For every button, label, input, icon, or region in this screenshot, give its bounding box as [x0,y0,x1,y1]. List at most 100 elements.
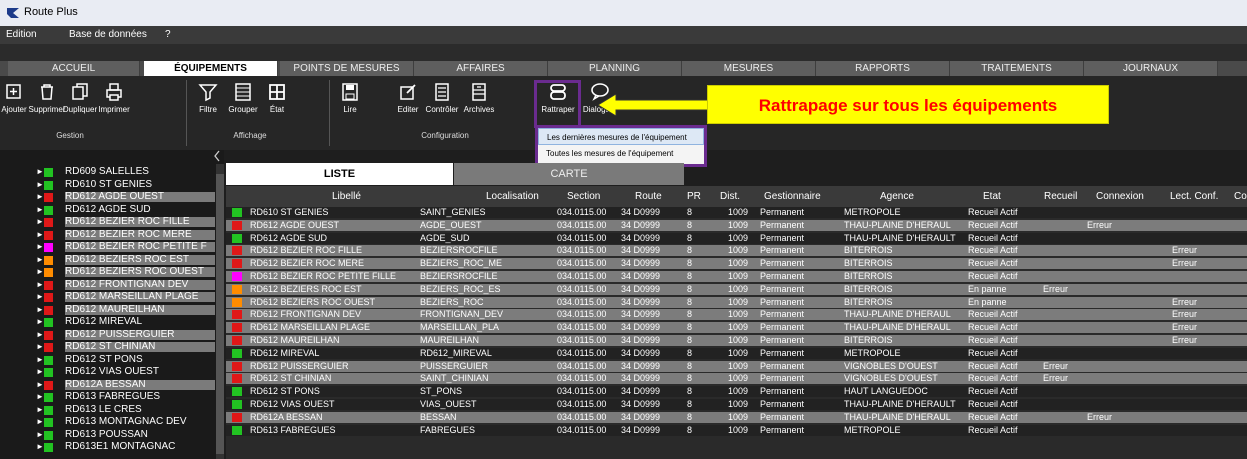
expand-arrow-icon[interactable]: ► [36,305,44,315]
tree-item[interactable]: ► RD610 ST GENIES [0,180,216,190]
tree-item[interactable]: ► RD612 ST PONS [0,355,216,365]
tab-equipements[interactable]: ÉQUIPEMENTS [144,61,278,76]
tree-item[interactable]: ► RD612 AGDE SUD [0,205,216,215]
col-dist[interactable]: Dist. [720,191,740,202]
col-connexion[interactable]: Connexion [1096,191,1144,202]
table-row[interactable]: RD612 VIAS OUEST VIAS_OUEST 034.0115.00 34 … [226,399,1247,410]
print-button[interactable]: Imprimer [94,82,134,126]
tab-traitements[interactable]: TRAITEMENTS [950,61,1084,76]
tree-item[interactable]: ► RD612 BEZIERS ROC EST [0,254,216,265]
archives-button[interactable]: Archives [459,82,499,126]
table-row[interactable]: RD612 BEZIERS ROC EST BEZIERS_ROC_ES 034.0… [226,283,1247,295]
expand-arrow-icon[interactable]: ► [36,405,44,415]
tree-item[interactable]: ► RD613 LE CRES [0,405,216,415]
tree-scrollbar[interactable] [216,164,224,459]
menu-base-de-donnees[interactable]: Base de données [69,29,147,40]
tree-item[interactable]: ► RD612 MIREVAL [0,317,216,327]
expand-arrow-icon[interactable]: ► [36,192,44,202]
expand-arrow-icon[interactable]: ► [36,430,44,440]
table-row[interactable]: RD612 BEZIER ROC MERE BEZIERS_ROC_ME 034.0… [226,258,1247,270]
tree-item[interactable]: ► RD612 FRONTIGNAN DEV [0,279,216,290]
table-row[interactable]: RD612 MAUREILHAN MAUREILHAN 034.0115.00 34 … [226,335,1247,346]
table-row[interactable]: RD610 ST GENIES SAINT_GENIES 034.0115.00 34… [226,207,1247,218]
expand-arrow-icon[interactable]: ► [36,417,44,427]
tab-points-de-mesures[interactable]: POINTS DE MESURES [280,61,414,76]
read-button[interactable]: Lire [330,82,370,126]
expand-arrow-icon[interactable]: ► [36,180,44,190]
tab-planning[interactable]: PLANNING [548,61,682,76]
col-con[interactable]: Con [1234,191,1247,202]
state-button[interactable]: État [257,82,297,126]
table-row[interactable]: RD612 MIREVAL RD612_MIREVAL 034.0115.00 34 … [226,347,1247,359]
tree-item[interactable]: ► RD612A BESSAN [0,379,216,390]
table-row[interactable]: RD612 ST CHINIAN SAINT_CHINIAN 034.0115.00… [226,373,1247,385]
expand-arrow-icon[interactable]: ► [36,342,44,352]
menu-item-dernieres-mesures[interactable]: Les dernières mesures de l'équipement [538,128,704,145]
col-etat[interactable]: Etat [983,191,1001,202]
tab-liste[interactable]: LISTE [226,163,453,185]
tree-item[interactable]: ► RD612 BEZIER ROC PETITE F [0,242,216,252]
table-row[interactable]: RD612 MARSEILLAN PLAGE MARSEILLAN_PLA 034.… [226,322,1247,334]
tree-item[interactable]: ► RD612 BEZIER ROC MERE [0,229,216,240]
tree-item[interactable]: ► RD612 MARSEILLAN PLAGE [0,292,216,302]
table-row[interactable]: RD612 BEZIERS ROC OUEST BEZIERS_ROC 034.01… [226,296,1247,308]
expand-arrow-icon[interactable]: ► [36,292,44,302]
tree-item[interactable]: ► RD613 MONTAGNAC DEV [0,417,216,427]
table-row[interactable]: RD612 BEZIER ROC FILLE BEZIERSROCFILE 034.… [226,245,1247,257]
scrollbar-thumb[interactable] [216,174,224,454]
table-row[interactable]: RD612 AGDE SUD AGDE_SUD 034.0115.00 34 D099… [226,232,1247,244]
table-row[interactable]: RD612 BEZIER ROC PETITE FILLE BEZIERSROCF… [226,271,1247,282]
col-section[interactable]: Section [567,191,600,202]
tab-rapports[interactable]: RAPPORTS [816,61,950,76]
col-localisation[interactable]: Localisation [486,191,539,202]
col-gestionnaire[interactable]: Gestionnaire [764,191,821,202]
tree-item[interactable]: ► RD612 BEZIERS ROC OUEST [0,267,216,277]
expand-arrow-icon[interactable]: ► [36,367,44,377]
tree-item[interactable]: ► RD612 MAUREILHAN [0,304,216,315]
col-pr[interactable]: PR [687,191,701,202]
tree-item[interactable]: ► RD612 VIAS OUEST [0,367,216,377]
expand-arrow-icon[interactable]: ► [36,392,44,402]
col-agence[interactable]: Agence [880,191,914,202]
table-row[interactable]: RD612 FRONTIGNAN DEV FRONTIGNAN_DEV 034.01… [226,309,1247,321]
menu-item-toutes-mesures[interactable]: Toutes les mesures de l'équipement [538,145,704,162]
table-row[interactable]: RD613 FABREGUES FABREGUES 034.0115.00 34 D0… [226,424,1247,436]
expand-arrow-icon[interactable]: ► [36,330,44,340]
tree-item[interactable]: ► RD612 ST CHINIAN [0,342,216,352]
table-row[interactable]: RD612 PUISSERGUIER PUISSERGUIER 034.0115.0… [226,360,1247,372]
col-lect-conf[interactable]: Lect. Conf. [1170,191,1218,202]
tree-item[interactable]: ► RD612 PUISSERGUIER [0,329,216,340]
collapse-icon[interactable] [213,150,223,162]
table-row[interactable]: RD612 AGDE OUEST AGDE_OUEST 034.0115.00 34 … [226,219,1247,231]
expand-arrow-icon[interactable]: ► [36,442,44,452]
expand-arrow-icon[interactable]: ► [36,230,44,240]
tab-accueil[interactable]: ACCUEIL [8,61,140,76]
expand-arrow-icon[interactable]: ► [36,280,44,290]
expand-arrow-icon[interactable]: ► [36,317,44,327]
tree-item[interactable]: ► RD613E1 MONTAGNAC [0,442,216,452]
col-libelle[interactable]: Libellé [332,191,361,202]
table-row[interactable]: RD612 ST PONS ST_PONS 034.0115.00 34 D0999 8… [226,386,1247,398]
tree-item[interactable]: ► RD609 SALELLES [0,167,216,177]
filter-button[interactable]: Filtre [188,82,228,126]
expand-arrow-icon[interactable]: ► [36,255,44,265]
col-recueil[interactable]: Recueil [1044,191,1077,202]
table-row[interactable]: RD612A BESSAN BESSAN 034.0115.00 34 D0999 8 1… [226,411,1247,423]
expand-arrow-icon[interactable]: ► [36,205,44,215]
check-button[interactable]: Contrôler [422,82,462,126]
expand-arrow-icon[interactable]: ► [36,380,44,390]
tree-item[interactable]: ► RD613 POUSSAN [0,430,216,440]
tree-item[interactable]: ► RD612 BEZIER ROC FILLE [0,217,216,227]
expand-arrow-icon[interactable]: ► [36,167,44,177]
expand-arrow-icon[interactable]: ► [36,355,44,365]
tab-affaires[interactable]: AFFAIRES [414,61,548,76]
expand-arrow-icon[interactable]: ► [36,217,44,227]
menu-help[interactable]: ? [165,29,171,40]
tab-mesures[interactable]: MESURES [682,61,816,76]
expand-arrow-icon[interactable]: ► [36,267,44,277]
tab-journaux[interactable]: JOURNAUX [1084,61,1218,76]
expand-arrow-icon[interactable]: ► [36,242,44,252]
tree-item[interactable]: ► RD613 FABREGUES [0,392,216,402]
menu-edition[interactable]: Edition [6,29,37,40]
tree-item[interactable]: ► RD612 AGDE OUEST [0,192,216,202]
